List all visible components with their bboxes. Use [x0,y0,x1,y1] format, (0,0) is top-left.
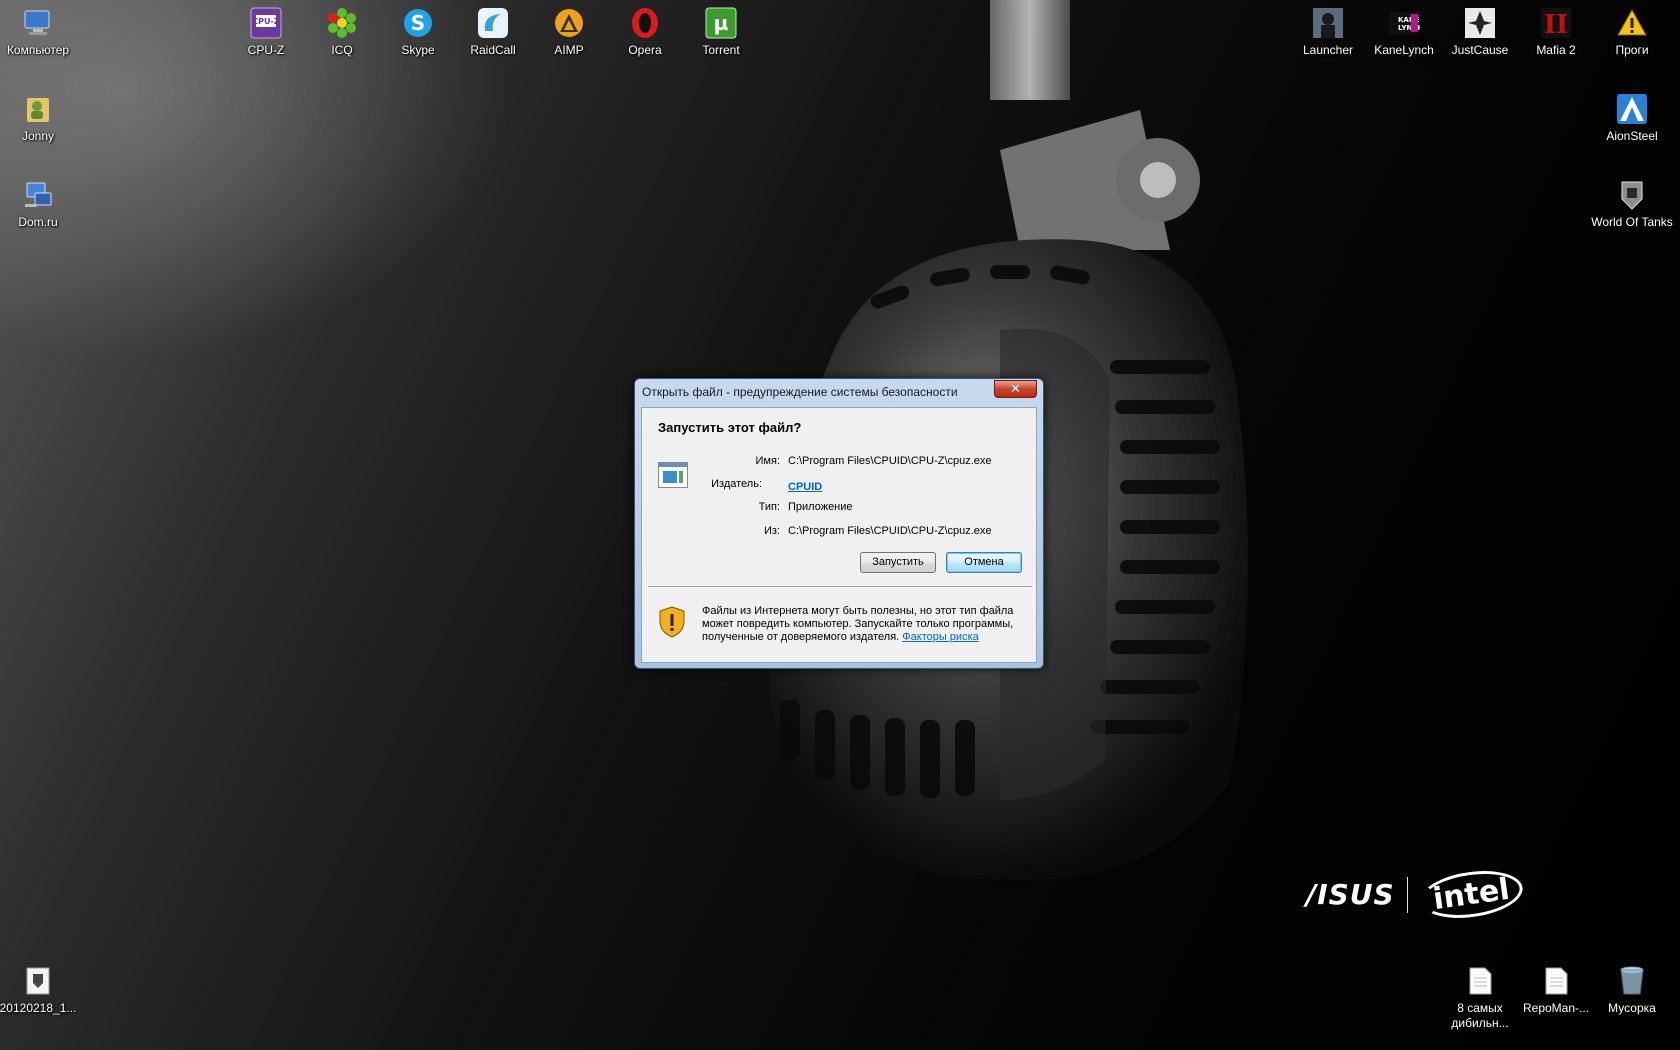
name-label: Имя: [755,455,780,467]
icon-label: Компьютер [6,43,70,57]
icon-label: Torrent [702,43,740,57]
raidcall-icon [476,6,510,40]
icon-label: RaidCall [470,43,516,57]
cpuz-icon: CPU-Z [249,6,283,40]
icon-label: KaneLynch [1374,43,1434,57]
risk-factors-link[interactable]: Факторы риска [902,631,978,643]
desktop-icon-kanelynch[interactable]: KANELYNCH KaneLynch [1366,6,1442,58]
icon-label: 8 самых дибильн... [1451,1001,1509,1030]
desktop-icon-text-file-2[interactable]: RepoMan-... [1518,964,1594,1016]
justcause-icon [1463,6,1497,40]
from-value: C:\Program Files\CPUID\CPU-Z\cpuz.exe [788,525,992,537]
intel-logo: intel [1417,865,1525,924]
icon-label: Opera [628,43,662,57]
close-button[interactable]: ✕ [994,380,1037,398]
desktop-icon-text-file-1[interactable]: 8 самых дибильн... [1442,964,1518,1031]
name-value: C:\Program Files\CPUID\CPU-Z\cpuz.exe [788,455,992,467]
icon-label: Мусорка [1608,1001,1656,1015]
mafia2-icon: II [1539,6,1573,40]
desktop-icon-torrent[interactable]: µ Torrent [683,6,759,58]
wot-replay-file-icon [21,964,55,998]
warning-folder-icon [1615,6,1649,40]
dialog-divider [648,586,1032,588]
recycle-bin-icon [1615,964,1649,998]
utorrent-icon: µ [704,6,738,40]
icon-label: Jonny [21,129,55,143]
desktop-icon-replay-file[interactable]: 20120218_1... [0,964,76,1016]
icon-label: CPU-Z [247,43,285,57]
dialog-question: Запустить этот файл? [658,420,802,435]
aion-icon [1615,92,1649,126]
kanelynch-icon: KANELYNCH [1387,6,1421,40]
svg-text:S: S [411,11,425,35]
text-file-icon [1539,964,1573,998]
from-label: Из: [763,525,780,537]
security-warning-dialog: Открыть файл - предупреждение системы бе… [634,378,1044,669]
desktop-icon-aionsteel[interactable]: AionSteel [1594,92,1670,144]
icon-label: Launcher [1302,43,1354,57]
desktop-icon-domru[interactable]: Dom.ru [0,178,76,230]
publisher-link[interactable]: CPUID [788,481,822,493]
icon-label: AIMP [554,43,584,57]
application-icon [658,462,688,488]
desktop-icon-icq[interactable]: ICQ [304,6,380,58]
cancel-button[interactable]: Отмена [946,552,1022,573]
icon-label: AionSteel [1606,129,1658,143]
icon-label: Dom.ru [18,215,58,229]
asus-logo: /ISUS [1306,878,1395,911]
opera-icon [628,6,662,40]
icq-flower-icon [325,6,359,40]
desktop-icon-cpuz[interactable]: CPU-Z CPU-Z [228,6,304,58]
warning-text: Файлы из Интернета могут быть полезны, н… [702,605,1027,644]
desktop-icon-progi[interactable]: Проги [1594,6,1670,58]
run-button[interactable]: Запустить [860,552,936,573]
user-folder-icon [21,92,55,126]
publisher-label: Издатель: [711,478,762,490]
icon-label: Mafia 2 [1536,43,1576,57]
icon-label: ICQ [331,43,353,57]
computer-icon [21,6,55,40]
icon-label: Проги [1615,43,1649,57]
world-of-tanks-icon [1615,178,1649,212]
icon-label: JustCause [1451,43,1509,57]
skype-icon: S [401,6,435,40]
icon-label: World Of Tanks [1591,215,1673,229]
type-label: Тип: [758,501,780,513]
desktop-icon-mafia2[interactable]: II Mafia 2 [1518,6,1594,58]
security-shield-icon [659,606,685,638]
desktop: Компьютер Jonny Dom.ru CPU-Z CPU-Z ICQ S… [0,0,1680,1050]
asus-intel-logo: /ISUS intel [1306,865,1525,924]
dialog-titlebar[interactable]: Открыть файл - предупреждение системы бе… [635,379,1043,403]
desktop-icon-justcause[interactable]: JustCause [1442,6,1518,58]
desktop-icon-launcher[interactable]: Launcher [1290,6,1366,58]
text-file-icon [1463,964,1497,998]
desktop-icon-world-of-tanks[interactable]: World Of Tanks [1591,178,1673,230]
desktop-icon-computer[interactable]: Компьютер [0,6,76,58]
icon-label: RepoMan-... [1522,1001,1590,1015]
launcher-icon [1311,6,1345,40]
svg-text:CPU-Z: CPU-Z [252,17,280,26]
desktop-icon-opera[interactable]: Opera [607,6,683,58]
dialog-title: Открыть файл - предупреждение системы бе… [642,385,958,399]
logo-divider [1406,876,1408,913]
svg-text:µ: µ [714,11,729,35]
aimp-icon [552,6,586,40]
desktop-icon-skype[interactable]: S Skype [380,6,456,58]
desktop-icon-aimp[interactable]: AIMP [531,6,607,58]
type-value: Приложение [788,501,853,513]
network-icon [21,178,55,212]
icon-label: 20120218_1... [0,1001,77,1015]
desktop-icon-recycle-bin[interactable]: Мусорка [1594,964,1670,1016]
icon-label: Skype [401,43,435,57]
desktop-icon-raidcall[interactable]: RaidCall [455,6,531,58]
dialog-body: Запустить этот файл? Имя: C:\Program Fil… [641,407,1037,663]
desktop-icon-jonny[interactable]: Jonny [0,92,76,144]
svg-text:II: II [1544,10,1568,39]
